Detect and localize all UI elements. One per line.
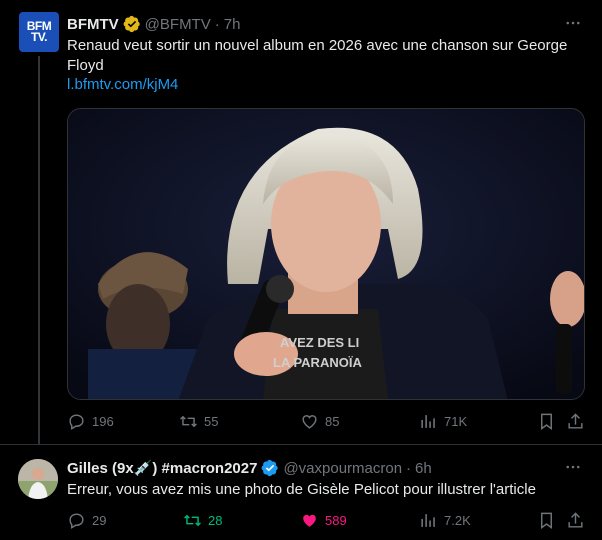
views-button[interactable]: 7.2K xyxy=(419,511,471,530)
repost-icon xyxy=(184,514,201,527)
author-name[interactable]: Gilles (9x💉) #macron2027 xyxy=(67,459,257,477)
author-handle[interactable]: @BFMTV xyxy=(145,16,211,33)
tweet-header: Gilles (9x💉) #macron2027 @vaxpourmacron … xyxy=(67,458,432,478)
share-icon xyxy=(568,512,583,528)
shirt-print-line2: LA PARANOÏA xyxy=(273,355,362,370)
tweet-actions: 29 28 589 7.2K xyxy=(67,511,587,535)
views-count: 7.2K xyxy=(444,513,471,528)
share-button[interactable] xyxy=(566,511,585,530)
tweet-bfmtv[interactable]: BFM TV. BFMTV @BFMTV · 7h Renaud veut so… xyxy=(0,0,602,444)
article-link[interactable]: l.bfmtv.com/kjM4 xyxy=(67,76,178,93)
like-count: 589 xyxy=(325,513,347,528)
views-icon xyxy=(421,415,435,428)
repost-button-active[interactable]: 28 xyxy=(183,511,222,530)
tweet-actions: 196 55 85 71K xyxy=(67,412,587,436)
tweet-photo[interactable]: AVEZ DES LI LA PARANOÏA xyxy=(67,108,585,400)
like-button-active[interactable]: 589 xyxy=(300,511,347,530)
author-handle[interactable]: @vaxpourmacron xyxy=(283,460,402,477)
more-icon[interactable] xyxy=(562,458,584,476)
bookmark-button[interactable] xyxy=(537,511,556,530)
separator-dot: · xyxy=(214,15,220,33)
bookmark-button[interactable] xyxy=(537,412,556,431)
tweet-text: Erreur, vous avez mis une photo de Gisèl… xyxy=(67,481,536,498)
bfmtv-avatar[interactable]: BFM TV. xyxy=(19,12,59,52)
like-icon xyxy=(302,415,317,429)
share-button[interactable] xyxy=(566,412,585,431)
avatar-logo-line2: TV. xyxy=(30,30,48,44)
like-count: 85 xyxy=(325,414,340,429)
views-button[interactable]: 71K xyxy=(419,412,467,431)
repost-button[interactable]: 55 xyxy=(179,412,218,431)
repost-count: 28 xyxy=(208,513,223,528)
verified-blue-badge-icon[interactable] xyxy=(261,459,279,477)
shirt-print-line1: AVEZ DES LI xyxy=(280,335,359,350)
author-name[interactable]: BFMTV xyxy=(67,16,119,33)
reply-icon xyxy=(69,513,84,529)
reply-count: 29 xyxy=(92,513,107,528)
views-count: 71K xyxy=(444,414,468,429)
views-icon xyxy=(421,514,435,527)
separator-dot: · xyxy=(406,459,412,477)
reply-button[interactable]: 196 xyxy=(67,412,114,431)
timestamp[interactable]: 6h xyxy=(415,460,432,477)
like-button[interactable]: 85 xyxy=(300,412,339,431)
verified-gold-badge-icon[interactable] xyxy=(123,15,141,33)
thread-line xyxy=(38,56,40,444)
tweet-text: Renaud veut sortir un nouvel album en 20… xyxy=(67,37,568,74)
repost-icon xyxy=(180,415,197,428)
timestamp[interactable]: 7h xyxy=(224,16,241,33)
tweet-header: BFMTV @BFMTV · 7h xyxy=(67,14,240,34)
bookmark-icon xyxy=(541,512,552,530)
tweet-reply-gilles[interactable]: Gilles (9x💉) #macron2027 @vaxpourmacron … xyxy=(0,444,602,540)
like-icon xyxy=(303,514,316,527)
repost-count: 55 xyxy=(204,414,219,429)
bookmark-icon xyxy=(541,413,552,431)
reply-icon xyxy=(69,414,84,430)
more-icon[interactable] xyxy=(562,14,584,32)
reply-button[interactable]: 29 xyxy=(67,511,106,530)
share-icon xyxy=(568,413,583,429)
reply-count: 196 xyxy=(92,414,114,429)
gilles-avatar[interactable] xyxy=(18,459,58,499)
